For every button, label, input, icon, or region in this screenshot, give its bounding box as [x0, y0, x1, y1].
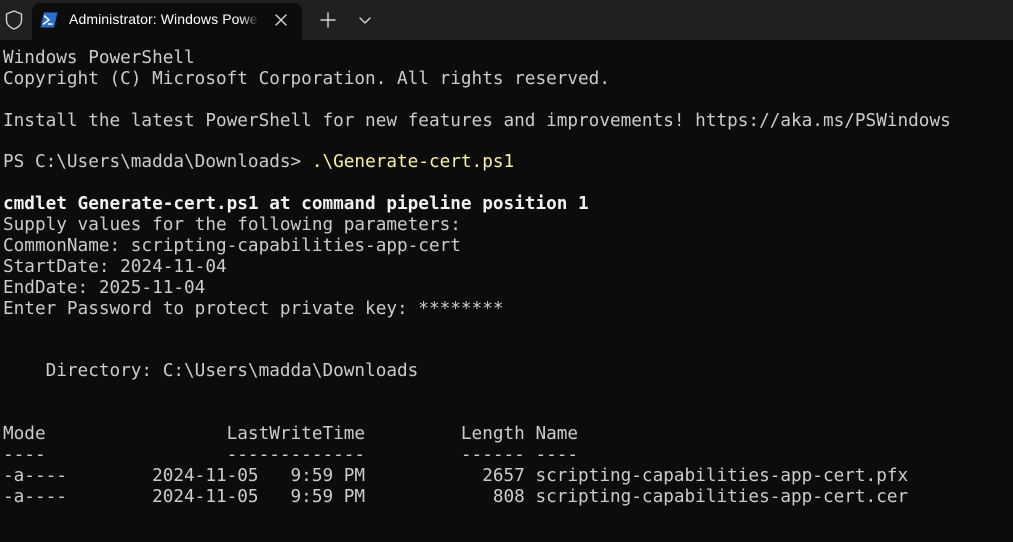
banner-title: Windows PowerShell	[3, 48, 195, 68]
install-notice: Install the latest PowerShell for new fe…	[3, 110, 951, 131]
supply-line: Supply values for the following paramete…	[3, 215, 461, 236]
command-text: .\Generate-cert.ps1	[311, 152, 515, 173]
plus-icon[interactable]	[317, 9, 339, 31]
copyright-line: Copyright (C) Microsoft Corporation. All…	[3, 68, 610, 89]
shield-icon	[5, 10, 23, 30]
directory-line: Directory: C:\Users\madda\Downloads	[3, 361, 419, 382]
end-date-line: EndDate: 2025-11-04	[3, 277, 206, 298]
title-bar: Administrator: Windows PowerShell	[0, 0, 1013, 40]
common-name-line: CommonName: scripting-capabilities-app-c…	[3, 236, 461, 257]
table-row: -a---- 2024-11-05 9:59 PM 2657 scripting…	[3, 465, 909, 486]
tab-title: Administrator: Windows PowerShell	[69, 11, 259, 27]
prompt: PS C:\Users\madda\Downloads>	[3, 152, 312, 173]
table-header: Mode LastWriteTime Length Name	[3, 424, 579, 445]
command-line: PS C:\Users\madda\Downloads> .\Generate-…	[3, 152, 1011, 173]
start-date-line: StartDate: 2024-11-04	[3, 256, 227, 277]
powershell-icon	[40, 12, 58, 28]
password-line: Enter Password to protect private key: *…	[3, 298, 504, 319]
close-icon[interactable]	[272, 11, 290, 29]
table-underline: ---- ------------- ------ ----	[3, 444, 579, 465]
chevron-down-icon[interactable]	[354, 9, 376, 31]
tab-powershell[interactable]: Administrator: Windows PowerShell	[32, 3, 302, 40]
cmdlet-line: cmdlet Generate-cert.ps1 at command pipe…	[3, 194, 589, 215]
table-row: -a---- 2024-11-05 9:59 PM 808 scripting-…	[3, 486, 909, 507]
terminal-output[interactable]: Windows PowerShell Copyright (C) Microso…	[3, 48, 1011, 538]
